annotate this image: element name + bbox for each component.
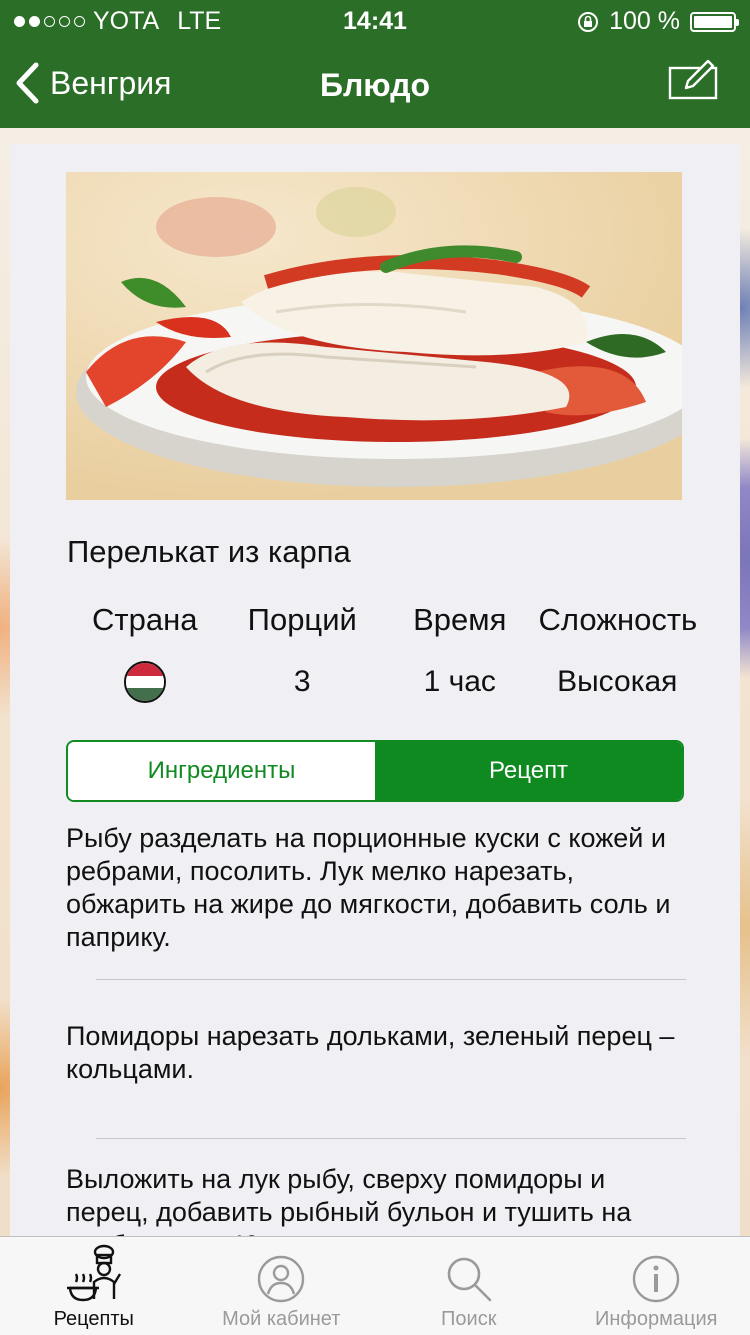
tab-label: Рецепты (54, 1308, 134, 1331)
dish-name: Перелькат из карпа (67, 534, 351, 570)
servings-value: 3 (224, 660, 382, 704)
dish-card: Перелькат из карпа Страна Порций 3 Время… (10, 144, 740, 1236)
difficulty-value: Высокая (539, 660, 697, 704)
battery-percent: 100 % (609, 7, 680, 36)
info-icon (631, 1254, 681, 1304)
navigation-bar: Венгрия Блюдо (0, 40, 750, 128)
tab-search[interactable]: Поиск (375, 1237, 563, 1335)
recipe-step: Помидоры нарезать дольками, зеленый пере… (66, 1020, 686, 1086)
edit-button[interactable] (668, 58, 720, 105)
tab-ingredients[interactable]: Ингредиенты (68, 742, 375, 800)
step-divider (96, 1138, 686, 1139)
page-title: Блюдо (0, 67, 750, 104)
time-value: 1 час (381, 660, 539, 704)
rotation-lock-icon (577, 11, 599, 33)
recipe-step: Выложить на лук рыбу, сверху помидоры и … (66, 1163, 686, 1236)
dish-photo (66, 172, 682, 500)
country-label: Страна (66, 602, 224, 638)
difficulty-label: Сложность (539, 602, 697, 638)
top-bar: YOTA LTE 14:41 100 % Венгрия Блюдо (0, 0, 750, 128)
search-icon (444, 1254, 494, 1304)
compose-icon (668, 58, 720, 100)
hungary-flag-icon (124, 661, 166, 703)
tab-label: Поиск (441, 1308, 496, 1331)
tab-label: Информация (595, 1308, 717, 1331)
segmented-control: Ингредиенты Рецепт (66, 740, 684, 802)
user-icon (256, 1254, 306, 1304)
tab-bar: Рецепты Мой кабинет Поиск Информация (0, 1236, 750, 1335)
time-column: Время 1 час (381, 602, 539, 704)
tab-recipe[interactable]: Рецепт (375, 742, 682, 800)
tab-recipes[interactable]: Рецепты (0, 1237, 188, 1335)
time-label: Время (381, 602, 539, 638)
tab-info[interactable]: Информация (563, 1237, 750, 1335)
chef-icon (62, 1244, 126, 1304)
tab-cabinet[interactable]: Мой кабинет (188, 1237, 376, 1335)
recipe-step: Рыбу разделать на порционные куски с кож… (66, 822, 686, 954)
tab-label: Мой кабинет (222, 1308, 340, 1331)
difficulty-column: Сложность Высокая (539, 602, 697, 704)
country-column: Страна (66, 602, 224, 704)
battery-icon (690, 12, 736, 32)
step-divider (96, 979, 686, 980)
servings-label: Порций (224, 602, 382, 638)
status-bar: YOTA LTE 14:41 100 % (0, 0, 750, 40)
recipe-steps: Рыбу разделать на порционные куски с кож… (66, 822, 686, 1236)
dish-info: Страна Порций 3 Время 1 час Сложность Вы… (66, 602, 696, 704)
servings-column: Порций 3 (224, 602, 382, 704)
